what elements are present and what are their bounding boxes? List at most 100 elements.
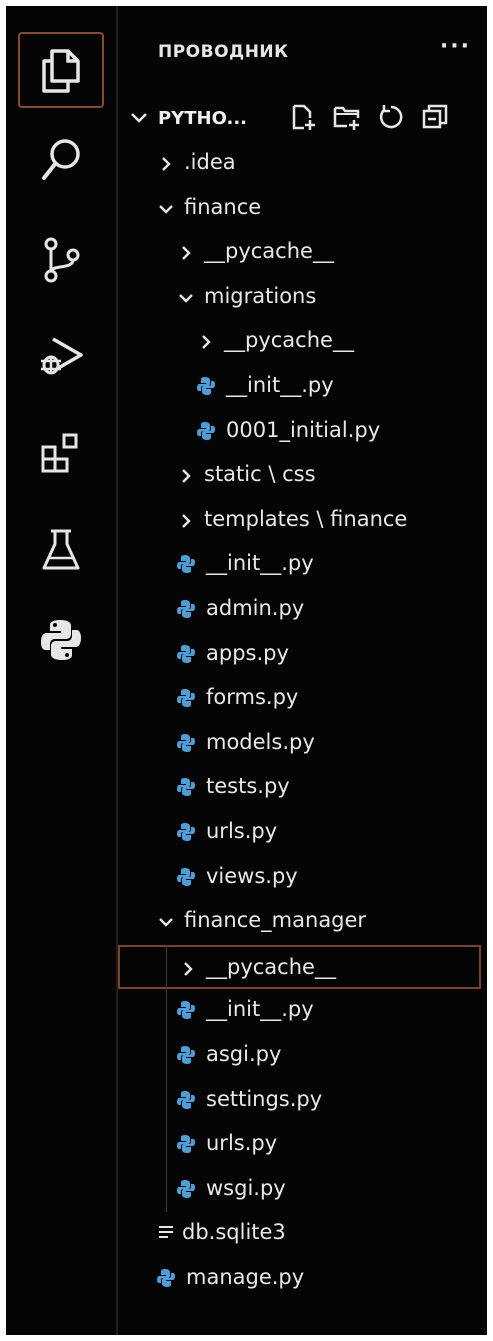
tree-item-label: views.py bbox=[206, 863, 298, 888]
database-file-icon bbox=[159, 1226, 173, 1239]
tree-file-row[interactable]: wsgi.py bbox=[118, 1168, 481, 1212]
python-file-icon bbox=[177, 867, 195, 886]
tree-folder-row[interactable]: finance bbox=[118, 187, 481, 231]
tree-file-row[interactable]: __init__.py bbox=[118, 365, 481, 409]
vscode-window: ПРОВОДНИК ··· PYTHO... .idea finance __p… bbox=[6, 6, 487, 1335]
chevron-right-icon bbox=[182, 469, 191, 484]
tree-folder-row[interactable]: migrations bbox=[118, 276, 481, 320]
root-actions bbox=[288, 102, 450, 132]
tree-file-row[interactable]: models.py bbox=[118, 722, 481, 766]
python-file-icon bbox=[157, 1269, 175, 1287]
tree-file-row[interactable]: __init__.py bbox=[118, 989, 481, 1033]
run-debug-button[interactable] bbox=[18, 318, 104, 394]
python-file-icon bbox=[177, 689, 195, 708]
new-file-icon bbox=[292, 104, 315, 130]
source-control-button[interactable] bbox=[18, 222, 104, 298]
testing-button[interactable] bbox=[18, 512, 104, 588]
refresh-icon bbox=[379, 105, 403, 129]
tree-item-label: db.sqlite3 bbox=[182, 1220, 286, 1245]
tree-folder-row[interactable]: finance_manager bbox=[118, 900, 481, 944]
tree-folder-row[interactable]: __pycache__ bbox=[118, 231, 481, 275]
tree-item-label: .idea bbox=[184, 150, 236, 174]
tree-item-label: templates \ finance bbox=[204, 506, 408, 531]
tree-item-label: settings.py bbox=[206, 1086, 323, 1111]
chevron-right-icon bbox=[184, 961, 193, 976]
tree-item-label: 0001_initial.py bbox=[226, 417, 381, 442]
tree-item-label: wsgi.py bbox=[206, 1175, 286, 1200]
more-actions-button[interactable]: ··· bbox=[440, 34, 471, 59]
tree-item-label: urls.py bbox=[206, 1131, 278, 1156]
new-file-button[interactable] bbox=[288, 102, 318, 132]
source-control-icon bbox=[44, 237, 80, 283]
tree-folder-row[interactable]: static \ css bbox=[118, 454, 481, 498]
tree-file-row[interactable]: 0001_initial.py bbox=[118, 410, 481, 454]
tree-item-label: __pycache__ bbox=[224, 328, 354, 353]
tree-item-label: tests.py bbox=[206, 774, 290, 799]
tree-item-label: __init__.py bbox=[206, 997, 314, 1022]
tree-file-row[interactable]: urls.py bbox=[118, 811, 481, 855]
python-file-icon bbox=[177, 555, 195, 574]
tree-file-row[interactable]: views.py bbox=[118, 856, 481, 900]
refresh-button[interactable] bbox=[376, 102, 406, 132]
chevron-down-icon bbox=[159, 918, 173, 927]
tree-item-label: finance bbox=[184, 194, 262, 219]
run-debug-icon bbox=[41, 337, 83, 375]
explorer-panel: ПРОВОДНИК ··· PYTHO... .idea finance __p… bbox=[118, 6, 487, 1335]
tree-folder-row[interactable]: .idea bbox=[118, 142, 481, 186]
activity-bar bbox=[6, 6, 118, 1335]
tree-file-row[interactable]: db.sqlite3 bbox=[118, 1212, 481, 1256]
tree-item-label: forms.py bbox=[206, 685, 299, 710]
python-file-icon bbox=[197, 421, 215, 440]
tree-item-label: manage.py bbox=[186, 1265, 305, 1289]
tree-file-row[interactable]: apps.py bbox=[118, 633, 481, 677]
chevron-right-icon bbox=[182, 246, 191, 261]
tree-file-row[interactable]: forms.py bbox=[118, 677, 481, 721]
chevron-right-icon bbox=[202, 335, 211, 350]
tree-item-label: urls.py bbox=[206, 819, 278, 843]
chevron-down-icon bbox=[159, 204, 173, 214]
tree-item-label: finance_manager bbox=[184, 908, 367, 933]
python-file-icon bbox=[197, 377, 215, 395]
tree-file-row[interactable]: settings.py bbox=[118, 1079, 481, 1123]
extensions-icon bbox=[41, 433, 78, 473]
tree-item-label: admin.py bbox=[206, 596, 305, 620]
python-file-icon bbox=[177, 733, 195, 752]
tree-file-row[interactable]: manage.py bbox=[118, 1257, 481, 1301]
tree-item-label: __init__.py bbox=[206, 551, 314, 576]
workspace-root[interactable]: PYTHO... bbox=[118, 98, 487, 142]
tree-item-label: __init__.py bbox=[226, 373, 334, 397]
tree-item-label: __pycache__ bbox=[204, 239, 334, 264]
tree-file-row[interactable]: __init__.py bbox=[118, 543, 481, 587]
explorer-header: ПРОВОДНИК ··· bbox=[118, 6, 487, 98]
new-folder-icon bbox=[333, 106, 360, 130]
python-file-icon bbox=[177, 1046, 195, 1064]
new-folder-button[interactable] bbox=[332, 102, 362, 132]
indent-guide bbox=[166, 944, 167, 1213]
tree-file-row[interactable]: tests.py bbox=[118, 766, 481, 810]
tree-folder-row[interactable]: __pycache__ bbox=[118, 944, 481, 989]
tree-file-row[interactable]: asgi.py bbox=[118, 1034, 481, 1078]
tree-file-row[interactable]: admin.py bbox=[118, 588, 481, 632]
tree-folder-row[interactable]: templates \ finance bbox=[118, 499, 481, 543]
python-file-icon bbox=[177, 1001, 195, 1020]
workspace-root-label: PYTHO... bbox=[158, 108, 247, 129]
python-button[interactable] bbox=[18, 602, 104, 678]
chevron-down-icon bbox=[131, 113, 147, 123]
tree-file-row[interactable]: urls.py bbox=[118, 1123, 481, 1167]
collapse-all-button[interactable] bbox=[420, 102, 450, 132]
search-button[interactable] bbox=[18, 122, 104, 198]
tree-item-label: models.py bbox=[206, 729, 315, 754]
explorer-title: ПРОВОДНИК bbox=[158, 42, 289, 62]
python-file-icon bbox=[177, 644, 195, 663]
chevron-down-icon bbox=[179, 293, 193, 303]
python-file-icon bbox=[177, 1135, 195, 1154]
chevron-right-icon bbox=[162, 157, 171, 171]
tree-item-label: static \ css bbox=[204, 462, 316, 487]
python-file-icon bbox=[177, 778, 195, 797]
extensions-button[interactable] bbox=[18, 416, 104, 492]
search-icon bbox=[42, 139, 80, 180]
tree-item-label: migrations bbox=[204, 283, 317, 308]
python-file-icon bbox=[177, 823, 195, 841]
tree-folder-row[interactable]: __pycache__ bbox=[118, 320, 481, 364]
explorer-button[interactable] bbox=[18, 32, 104, 108]
